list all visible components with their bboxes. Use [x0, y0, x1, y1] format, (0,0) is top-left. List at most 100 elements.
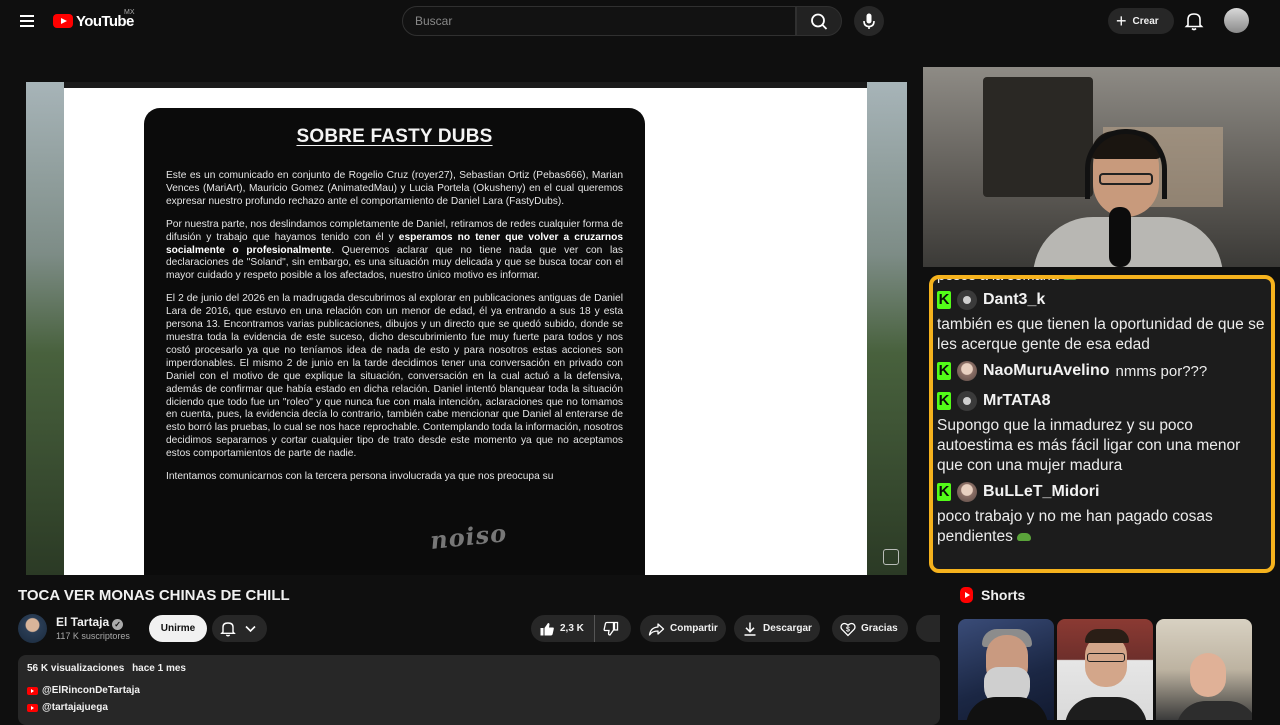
chat-avatar: [957, 482, 977, 502]
webcam-headset: [1085, 129, 1167, 199]
menu-icon[interactable]: [14, 9, 40, 33]
short-thumbnail[interactable]: [1156, 619, 1252, 720]
verified-check-icon: ✓: [112, 619, 124, 630]
subscribed-notifications-button[interactable]: [212, 615, 267, 642]
youtube-play-icon: [53, 14, 73, 28]
thanks-button[interactable]: $ Gracias: [832, 615, 908, 642]
chat-avatar: [957, 361, 977, 381]
description-meta: 56 K visualizaciones hace 1 mes: [27, 663, 931, 674]
microphone-icon: [863, 13, 875, 29]
chat-user-row: K NaoMuruAvelino nmms por???: [937, 357, 1265, 385]
kick-badge-icon: K: [937, 362, 951, 380]
channel-name[interactable]: El Tartaja ✓: [56, 615, 124, 630]
download-button[interactable]: Descargar: [734, 615, 820, 642]
stream-chat-overlay: pesos a la semana K Dant3_k también es q…: [929, 275, 1275, 573]
short-person-shirt: [966, 697, 1048, 720]
thanks-label: Gracias: [861, 623, 898, 634]
short-person-face: [1190, 653, 1226, 697]
plus-icon: +: [1116, 11, 1127, 31]
join-button[interactable]: Unirme: [149, 615, 207, 642]
chat-message-body: poco trabajo y no me han pagado cosas pe…: [937, 508, 1213, 545]
upload-date: hace 1 mes: [132, 663, 186, 674]
notifications-button[interactable]: [1184, 10, 1204, 32]
channel-avatar[interactable]: [18, 614, 47, 643]
download-icon: [744, 622, 756, 636]
youtube-logo[interactable]: YouTube: [53, 12, 134, 30]
region-code: MX: [124, 9, 135, 16]
chat-user-row: K Dant3_k: [937, 286, 1265, 314]
search-button[interactable]: [796, 6, 842, 36]
search-icon: [811, 13, 828, 30]
like-button[interactable]: 2,3 K: [531, 615, 595, 642]
view-count: 56 K visualizaciones: [27, 663, 125, 674]
create-button[interactable]: + Crear: [1108, 8, 1174, 34]
chat-username: Dant3_k: [983, 291, 1046, 308]
chat-username: MrTATA8: [983, 392, 1051, 409]
like-count: 2,3 K: [560, 623, 584, 634]
shorts-icon: [960, 587, 973, 603]
statement-paragraph: Intentamos comunicarnos con la tercera p…: [166, 471, 554, 483]
like-dislike-group: 2,3 K: [531, 615, 631, 642]
chat-message-text: poco trabajo y no me han pagado cosas pe…: [937, 507, 1265, 547]
chat-message-text: nmms por???: [1115, 362, 1208, 380]
chat-user-row: K BuLLeT_Midori: [937, 478, 1265, 506]
more-actions-button[interactable]: [916, 615, 940, 642]
video-frame-header: [64, 82, 867, 88]
share-button[interactable]: Compartir: [640, 615, 726, 642]
search-input[interactable]: [402, 6, 796, 36]
kick-badge-icon: K: [937, 483, 951, 501]
statement-card: SOBRE FASTY DUBS Este es un comunicado e…: [144, 108, 645, 575]
chat-avatar: [957, 290, 977, 310]
create-label: Crear: [1132, 15, 1159, 27]
shorts-title: Shorts: [981, 587, 1026, 603]
youtube-icon: [27, 686, 38, 695]
chat-message-text: pesos a la semana: [937, 275, 1059, 284]
subscriber-count: 117 K suscriptores: [56, 631, 130, 641]
user-silhouette-icon: [963, 397, 971, 405]
channel-link[interactable]: @ElRinconDeTartaja: [27, 682, 931, 699]
thumbs-down-icon: [603, 621, 619, 636]
short-person-hair: [1085, 629, 1129, 643]
statement-paragraph: Por nuestra parte, nos deslindamos compl…: [166, 218, 624, 282]
voice-search-button[interactable]: [854, 6, 884, 36]
kick-badge-icon: K: [937, 392, 951, 410]
statement-bold-text: esperamos no tener que volver a cruzarno…: [166, 231, 624, 256]
statement-title: SOBRE FASTY DUBS: [296, 126, 493, 147]
channel-watermark-icon[interactable]: [883, 549, 899, 565]
dislike-button[interactable]: [595, 615, 624, 642]
emote-icon: [1062, 279, 1077, 281]
short-thumbnail[interactable]: [958, 619, 1054, 720]
streamer-webcam: [923, 67, 1280, 267]
channel-link[interactable]: @tartajajuega: [27, 699, 931, 716]
short-thumbnail[interactable]: [1057, 619, 1153, 720]
channel-name-text: El Tartaja: [56, 615, 110, 629]
masthead: YouTube MX + Crear: [0, 0, 1280, 42]
webcam-microphone: [1109, 207, 1131, 267]
video-title: TOCA VER MONAS CHINAS DE CHILL: [18, 587, 290, 604]
chat-message-text: Supongo que la inmadurez y su poco autoe…: [937, 417, 1241, 474]
user-silhouette-icon: [963, 296, 971, 304]
heart-dollar-icon: $: [840, 622, 856, 636]
youtube-icon: [27, 703, 38, 712]
short-person-shirt: [1176, 701, 1252, 720]
chat-avatar: [957, 391, 977, 411]
kick-badge-icon: K: [937, 291, 951, 309]
webcam-shelf: [983, 77, 1093, 197]
description-box[interactable]: 56 K visualizaciones hace 1 mes @ElRinco…: [18, 655, 940, 725]
share-label: Compartir: [670, 623, 718, 634]
shorts-header: Shorts: [960, 587, 1025, 603]
thumbs-up-icon: [540, 622, 554, 635]
short-person-shirt: [1065, 697, 1147, 720]
share-icon: [648, 622, 665, 636]
chat-cut-message: pesos a la semana: [937, 275, 1265, 286]
account-avatar[interactable]: [1224, 8, 1249, 33]
chat-username: BuLLeT_Midori: [983, 483, 1100, 500]
download-label: Descargar: [763, 623, 812, 634]
statement-paragraph: El 2 de junio del 2026 en la madrugada d…: [166, 293, 623, 460]
svg-text:$: $: [846, 626, 850, 633]
chat-user-row: K MrTATA8: [937, 387, 1265, 415]
statement-paragraph: Este es un comunicado en conjunto de Rog…: [166, 170, 623, 207]
emote-icon: [1016, 532, 1031, 541]
video-player[interactable]: SOBRE FASTY DUBS Este es un comunicado e…: [26, 82, 907, 575]
chevron-down-icon: [245, 625, 256, 633]
